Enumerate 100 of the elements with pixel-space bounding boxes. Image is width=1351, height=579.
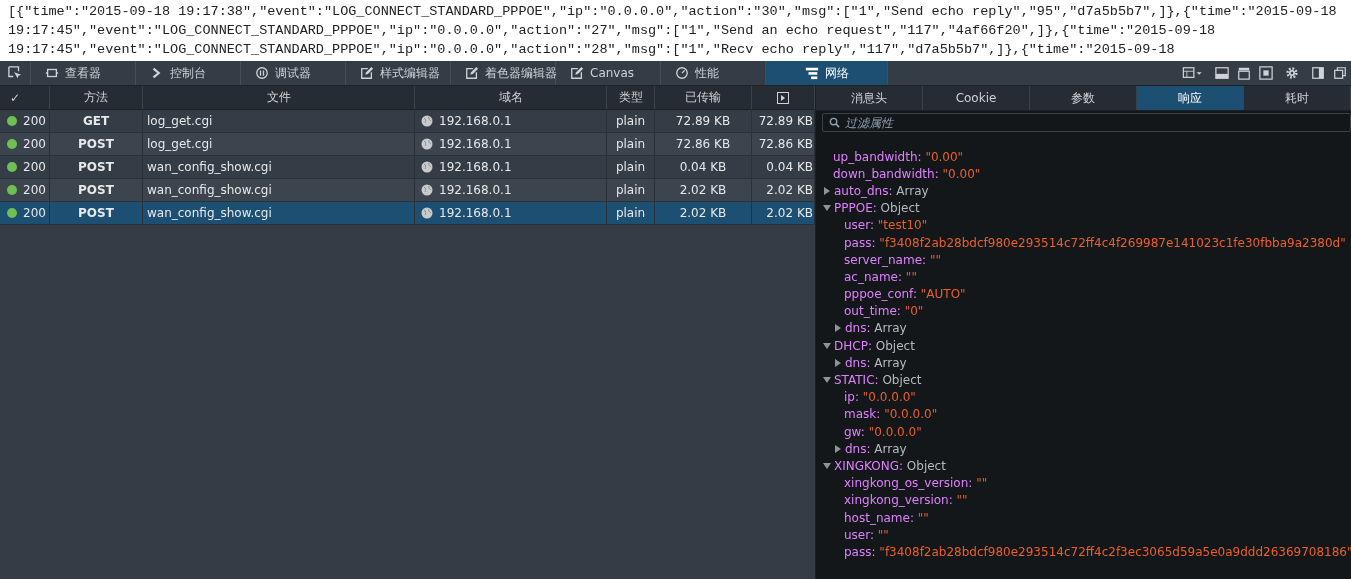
size-cell: 72.89 KB xyxy=(758,114,813,128)
method-cell: GET xyxy=(82,114,110,128)
filter-field[interactable]: 过滤属性 xyxy=(822,113,1351,132)
property-entry: host_name: "" xyxy=(844,510,929,525)
type-cell: plain xyxy=(615,114,646,128)
expanded-triangle-icon[interactable] xyxy=(823,204,831,213)
details-tab[interactable]: Cookie xyxy=(923,86,1030,110)
domain-cell: 192.168.0.1 xyxy=(439,114,512,128)
file-cell: wan_config_show.cgi xyxy=(147,206,272,220)
toolbox-tab[interactable]: 调试器 xyxy=(241,61,346,85)
pencil-icon xyxy=(570,66,584,80)
property-entry: pass: "f3408f2ab28bdcf980e293514c72ff4c2f3ec3065d59a5e0a9ddd26369708186" xyxy=(844,544,1351,559)
property-entry: up_bandwidth: "0.00" xyxy=(833,149,964,164)
transferred-cell: 0.04 KB xyxy=(679,160,727,174)
toolbox-tab[interactable]: 着色器编辑器 xyxy=(451,61,556,85)
element-picker-icon[interactable] xyxy=(8,66,22,80)
domain-cell: 192.168.0.1 xyxy=(439,137,512,151)
status-code: 200 xyxy=(23,114,46,128)
property-entry: mask: "0.0.0.0" xyxy=(844,407,938,422)
domain-cell: 192.168.0.1 xyxy=(439,183,512,197)
details-tab[interactable]: 消息头 xyxy=(816,86,923,110)
type-cell: plain xyxy=(615,206,646,220)
transferred-cell: 2.02 KB xyxy=(679,206,727,220)
domain-cell: 192.168.0.1 xyxy=(439,160,512,174)
property-entry: xingkong_os_version: "" xyxy=(844,476,988,491)
property-entry: user: "test10" xyxy=(844,218,928,233)
method-cell: POST xyxy=(78,137,114,151)
dock-side-icon[interactable] xyxy=(1311,66,1325,80)
collapsed-triangle-icon[interactable] xyxy=(823,186,831,195)
expanded-triangle-icon[interactable] xyxy=(823,461,831,470)
status-code: 200 xyxy=(23,206,46,220)
box-icon xyxy=(45,66,59,80)
globe-icon xyxy=(421,138,433,150)
size-cell: 2.02 KB xyxy=(766,206,813,220)
column-header[interactable]: 方法 xyxy=(50,86,143,110)
details-tab[interactable]: 耗时 xyxy=(1244,86,1351,110)
expanded-triangle-icon[interactable] xyxy=(823,341,831,350)
toolbox-tab[interactable]: Canvas xyxy=(556,61,661,85)
toolbox-tab[interactable]: 样式编辑器 xyxy=(346,61,451,85)
column-header[interactable]: ✓ xyxy=(0,86,50,110)
clapperboard-icon[interactable] xyxy=(1237,66,1251,80)
status-dot xyxy=(7,208,17,218)
collapsed-triangle-icon[interactable] xyxy=(834,324,842,333)
property-entry: ip: "0.0.0.0" xyxy=(844,390,916,405)
property-entry: auto_dns: Array xyxy=(834,183,929,198)
request-row[interactable]: 200 POST log_get.cgi 192.168.0.1 plain 72.86 KB 72.86 KB xyxy=(0,133,815,156)
column-header[interactable]: 域名 xyxy=(415,86,607,110)
file-cell: log_get.cgi xyxy=(147,137,213,151)
property-entry: DHCP: Object xyxy=(834,338,915,353)
property-entry: pppoe_conf: "AUTO" xyxy=(844,287,966,302)
undock-icon[interactable] xyxy=(1333,66,1347,80)
request-row[interactable]: 200 POST wan_config_show.cgi 192.168.0.1 plain 0.04 KB 0.04 KB xyxy=(0,156,815,179)
column-header[interactable]: 文件 xyxy=(143,86,415,110)
property-entry: server_name: "" xyxy=(844,252,941,267)
status-dot xyxy=(7,162,17,172)
status-code: 200 xyxy=(23,160,46,174)
collapsed-triangle-icon[interactable] xyxy=(834,358,842,367)
settings-icon[interactable] xyxy=(1285,66,1299,80)
column-toggle-icon[interactable] xyxy=(777,91,789,104)
transferred-cell: 72.89 KB xyxy=(675,114,731,128)
property-entry: user: "" xyxy=(844,527,889,542)
json-text-line: [{"time":"2015-09-18 19:17:38","event":"LOG_CONNECT_STANDARD_PPPOE","ip":"0.0.0.0","action":"30","msg":["1","Send echo reply","95","d7a5b5b7",]},{"time":"2015-09-18 xyxy=(8,3,1338,21)
file-cell: wan_config_show.cgi xyxy=(147,160,272,174)
file-cell: wan_config_show.cgi xyxy=(147,183,272,197)
method-cell: POST xyxy=(78,183,114,197)
column-header[interactable]: 类型 xyxy=(607,86,655,110)
method-cell: POST xyxy=(78,160,114,174)
property-entry: xingkong_version: "" xyxy=(844,493,968,508)
expanded-triangle-icon[interactable] xyxy=(823,376,831,385)
console-icon[interactable] xyxy=(1215,66,1229,80)
size-cell: 2.02 KB xyxy=(766,183,813,197)
json-text-line: 19:17:45","event":"LOG_CONNECT_STANDARD_PPPOE","ip":"0.0.0.0","action":"28","msg":["1","Recv echo reply","117","d7a5b5b7",]},{"time":"2015-09-18 xyxy=(8,41,1176,59)
details-tab[interactable]: 响应 xyxy=(1137,86,1244,110)
transferred-cell: 2.02 KB xyxy=(679,183,727,197)
gauge-icon xyxy=(675,66,689,80)
globe-icon xyxy=(421,184,433,196)
globe-icon xyxy=(421,207,433,219)
column-header[interactable]: 已传输 xyxy=(655,86,752,110)
request-row[interactable]: 200 POST wan_config_show.cgi 192.168.0.1 plain 2.02 KB 2.02 KB xyxy=(0,179,815,202)
method-cell: POST xyxy=(78,206,114,220)
property-entry: pass: "f3408f2ab28bdcf980e293514c72ff4c4f269987e141023c1fe30fbba9a2380d" xyxy=(844,235,1346,250)
status-code: 200 xyxy=(23,137,46,151)
request-row[interactable]: 200 POST wan_config_show.cgi 192.168.0.1 plain 2.02 KB 2.02 KB xyxy=(0,202,815,225)
property-entry: STATIC: Object xyxy=(834,373,922,388)
property-entry: dns: Array xyxy=(845,355,907,370)
request-row[interactable]: 200 GET log_get.cgi 192.168.0.1 plain 72.89 KB 72.89 KB xyxy=(0,110,815,133)
property-entry: out_time: "0" xyxy=(844,304,924,319)
property-entry: ac_name: "" xyxy=(844,269,917,284)
status-dot xyxy=(7,139,17,149)
toolbox-tab[interactable]: 网络 xyxy=(766,61,888,85)
property-entry: dns: Array xyxy=(845,321,907,336)
toolbox-tab[interactable]: 控制台 xyxy=(136,61,241,85)
collapsed-triangle-icon[interactable] xyxy=(834,444,842,453)
globe-icon xyxy=(421,115,433,127)
status-dot xyxy=(7,116,17,126)
toolbox-tab[interactable]: 查看器 xyxy=(31,61,136,85)
property-entry: down_bandwidth: "0.00" xyxy=(833,166,981,181)
pencil-icon xyxy=(465,66,479,80)
frame-icon[interactable] xyxy=(1259,66,1273,80)
size-cell: 72.86 KB xyxy=(758,137,813,151)
